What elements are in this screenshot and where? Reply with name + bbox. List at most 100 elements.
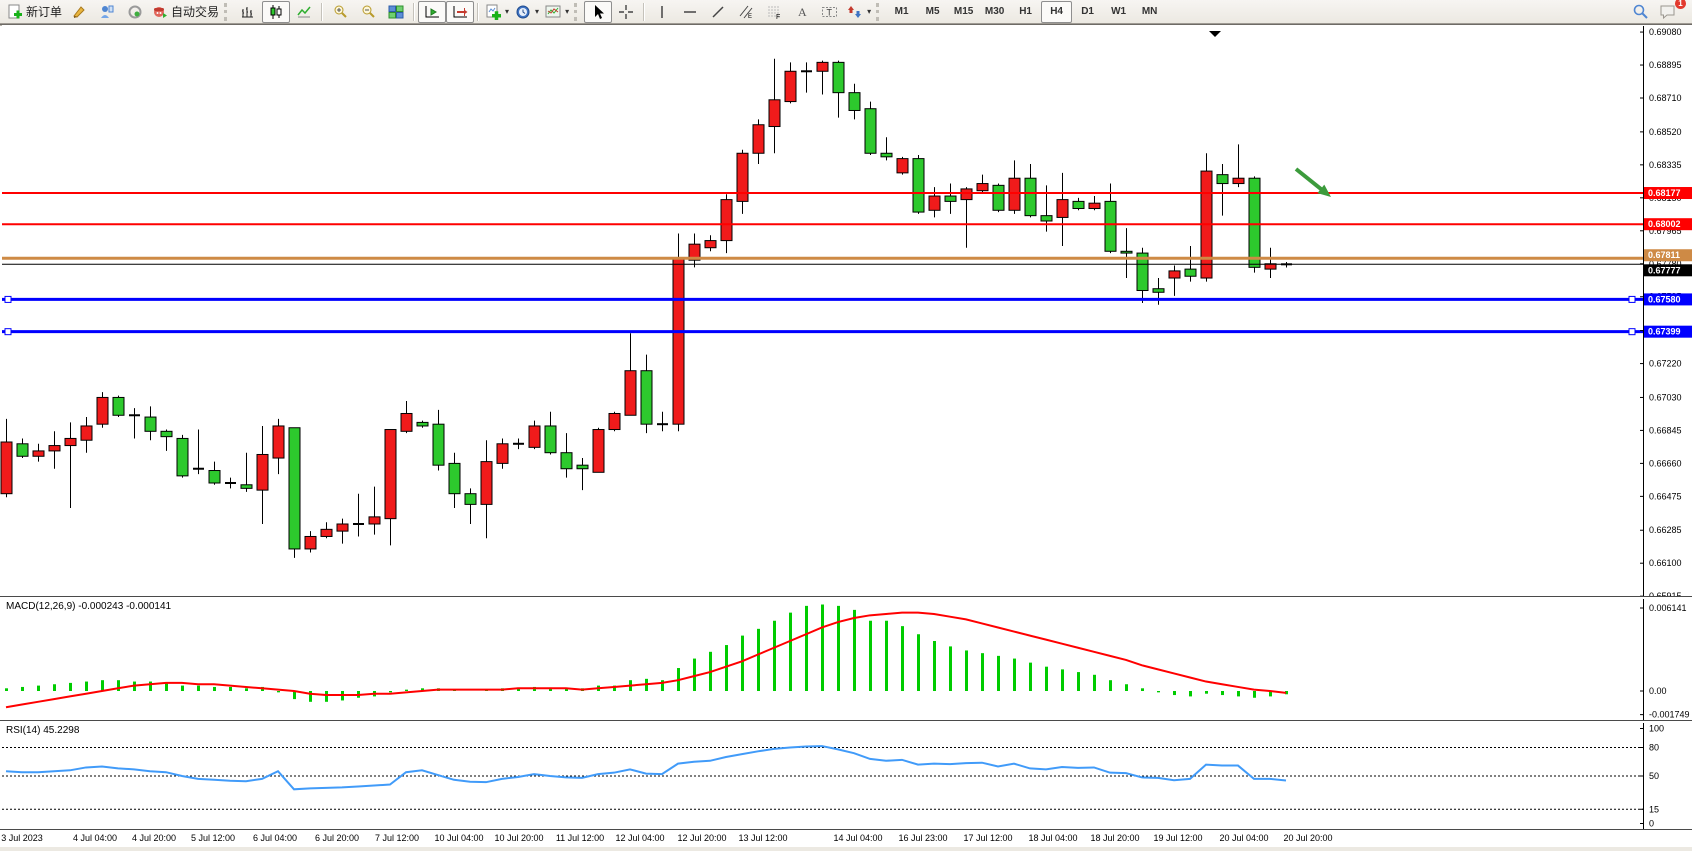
- svg-text:0.66475: 0.66475: [1649, 491, 1682, 501]
- bar-chart-icon: [240, 4, 256, 20]
- notification-badge: 1: [1675, 0, 1686, 9]
- timeframe-W1[interactable]: W1: [1103, 1, 1134, 23]
- candlestick-icon: [268, 4, 284, 20]
- line-chart-icon: [296, 4, 312, 20]
- zoom-out-icon: [360, 4, 376, 20]
- template-icon: [545, 4, 561, 20]
- indicators-dropdown-caret[interactable]: ▾: [505, 7, 509, 16]
- crayon-icon: [71, 4, 87, 20]
- candlestick-plot[interactable]: 0.690800.688950.687100.685200.683350.681…: [0, 26, 1692, 596]
- text-tool-button[interactable]: A: [788, 1, 816, 23]
- zoom-in-button[interactable]: [326, 1, 354, 23]
- timeframe-H4[interactable]: H4: [1041, 1, 1072, 23]
- timeframe-D1[interactable]: D1: [1072, 1, 1103, 23]
- rsi-value: 45.2298: [43, 725, 79, 736]
- styler-button[interactable]: [65, 1, 93, 23]
- horizontal-line-tool-button[interactable]: [676, 1, 704, 23]
- cursor-icon: [591, 4, 605, 20]
- svg-text:0.67777: 0.67777: [1648, 265, 1681, 275]
- arrows-icon: [847, 4, 863, 20]
- bar-chart-button[interactable]: [234, 1, 262, 23]
- svg-text:0.00: 0.00: [1649, 686, 1667, 696]
- navigator-button[interactable]: [121, 1, 149, 23]
- periods-button[interactable]: ▾: [512, 1, 542, 23]
- timeframe-H1[interactable]: H1: [1010, 1, 1041, 23]
- timeframe-M5[interactable]: M5: [917, 1, 948, 23]
- templates-dropdown-caret[interactable]: ▾: [565, 7, 569, 16]
- channel-tool-button[interactable]: E: [732, 1, 760, 23]
- text-label-tool-button[interactable]: T: [816, 1, 844, 23]
- arrows-dropdown-caret[interactable]: ▾: [867, 7, 871, 16]
- notifications-button[interactable]: 1: [1654, 1, 1682, 23]
- toolbar-grip[interactable]: [574, 3, 580, 21]
- vertical-line-tool-button[interactable]: [648, 1, 676, 23]
- toolbar-grip[interactable]: [224, 3, 230, 21]
- trendline-icon: [710, 4, 726, 20]
- time-axis-label: 12 Jul 04:00: [615, 833, 664, 843]
- time-axis-label: 10 Jul 04:00: [434, 833, 483, 843]
- auto-scroll-button[interactable]: [418, 1, 446, 23]
- time-axis-label: 7 Jul 12:00: [375, 833, 419, 843]
- timeframe-bar: M1M5M15M30H1H4D1W1MN: [886, 1, 1165, 23]
- svg-text:-0.001749: -0.001749: [1649, 710, 1690, 720]
- time-axis[interactable]: 3 Jul 20234 Jul 04:004 Jul 20:005 Jul 12…: [0, 829, 1692, 847]
- time-axis-label: 17 Jul 12:00: [963, 833, 1012, 843]
- tile-windows-icon: [388, 4, 404, 20]
- periods-dropdown-caret[interactable]: ▾: [535, 7, 539, 16]
- svg-text:0.68177: 0.68177: [1648, 188, 1681, 198]
- svg-text:A: A: [798, 5, 807, 19]
- svg-text:50: 50: [1649, 771, 1659, 781]
- candlestick-chart-button[interactable]: [262, 1, 290, 23]
- tile-windows-button[interactable]: [382, 1, 410, 23]
- rsi-plot: 1008050150: [0, 723, 1692, 829]
- time-axis-label: 10 Jul 20:00: [494, 833, 543, 843]
- macd-plot: 0.0061410.00-0.001749: [0, 599, 1692, 720]
- timeframe-M1[interactable]: M1: [886, 1, 917, 23]
- svg-text:0.68002: 0.68002: [1648, 219, 1681, 229]
- crosshair-tool-button[interactable]: [612, 1, 640, 23]
- time-axis-label: 14 Jul 04:00: [833, 833, 882, 843]
- fibonacci-tool-button[interactable]: F: [760, 1, 788, 23]
- macd-pane[interactable]: MACD(12,26,9) -0.000243 -0.000141 0.0061…: [0, 599, 1692, 720]
- chart-window: ▼ AUDUSD-,H4 0.67782 0.67790 0.67759 0.6…: [0, 24, 1692, 846]
- svg-text:F: F: [776, 14, 780, 20]
- line-chart-button[interactable]: [290, 1, 318, 23]
- timeframe-M15[interactable]: M15: [948, 1, 979, 23]
- chat-bubble-icon: [1659, 3, 1677, 20]
- fibonacci-icon: F: [766, 4, 782, 20]
- search-icon: [1632, 3, 1649, 20]
- cursor-tool-button[interactable]: [584, 1, 612, 23]
- timeframe-M30[interactable]: M30: [979, 1, 1010, 23]
- trendline-tool-button[interactable]: [704, 1, 732, 23]
- indicators-button[interactable]: ▾: [482, 1, 512, 23]
- horizontal-line-icon: [682, 4, 698, 20]
- toolbar-grip[interactable]: [876, 3, 882, 21]
- svg-text:0.68335: 0.68335: [1649, 160, 1682, 170]
- price-pane[interactable]: 0.690800.688950.687100.685200.683350.681…: [0, 26, 1692, 596]
- clock-icon: [515, 4, 531, 20]
- rsi-pane[interactable]: RSI(14) 45.2298 1008050150: [0, 723, 1692, 829]
- auto-trading-button[interactable]: 自动交易: [149, 1, 222, 23]
- time-axis-label: 3 Jul 2023: [1, 833, 43, 843]
- data-window-button[interactable]: [93, 1, 121, 23]
- zoom-out-button[interactable]: [354, 1, 382, 23]
- rsi-label: RSI(14) 45.2298: [6, 725, 79, 736]
- search-button[interactable]: [1626, 1, 1654, 23]
- templates-button[interactable]: ▾: [542, 1, 572, 23]
- time-axis-label: 20 Jul 20:00: [1283, 833, 1332, 843]
- svg-text:0.68710: 0.68710: [1649, 93, 1682, 103]
- time-axis-label: 6 Jul 20:00: [315, 833, 359, 843]
- svg-text:100: 100: [1649, 724, 1664, 734]
- timeframe-MN[interactable]: MN: [1134, 1, 1165, 23]
- svg-text:0.67580: 0.67580: [1648, 294, 1681, 304]
- arrows-tool-button[interactable]: ▾: [844, 1, 874, 23]
- equidistant-channel-icon: E: [738, 4, 754, 20]
- chart-shift-button[interactable]: [446, 1, 474, 23]
- svg-text:0.68895: 0.68895: [1649, 60, 1682, 70]
- time-axis-label: 19 Jul 12:00: [1153, 833, 1202, 843]
- new-order-button[interactable]: 新订单: [4, 1, 65, 23]
- auto-trading-icon: [152, 4, 168, 20]
- data-window-icon: [99, 4, 115, 20]
- indicators-icon: [485, 4, 501, 20]
- time-axis-label: 4 Jul 20:00: [132, 833, 176, 843]
